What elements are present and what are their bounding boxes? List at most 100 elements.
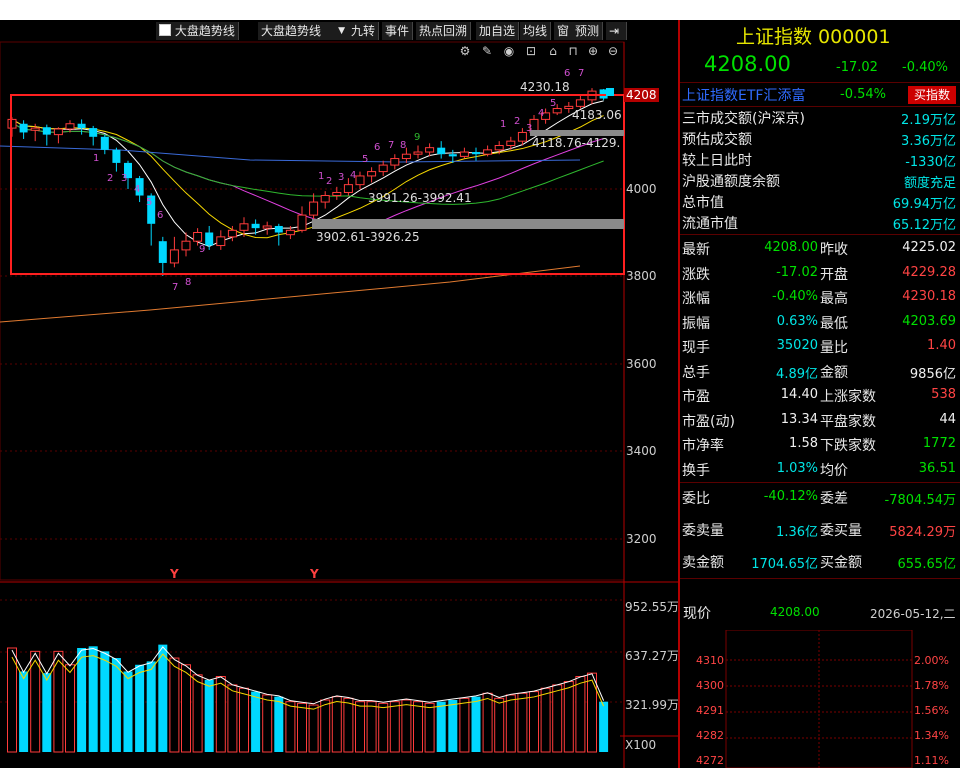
candle-body xyxy=(169,249,179,264)
y-tick-3800: 3800 xyxy=(626,269,657,283)
order-value: -40.12% xyxy=(763,489,818,504)
volume-bar xyxy=(355,701,365,753)
quote-label: 昨收 xyxy=(820,242,848,258)
volume-bar xyxy=(436,701,446,752)
candle-body xyxy=(19,123,28,133)
order-row: 卖金额 1704.65亿 买金额 655.65亿 xyxy=(682,552,958,574)
market-stat-row: 较上日此时 -1330亿 xyxy=(682,150,958,172)
mini-y-tick: 4300 xyxy=(696,679,724,692)
mini-y-tick: 4310 xyxy=(696,654,724,667)
current-price-tick: 4208 xyxy=(624,88,659,102)
candle-body xyxy=(401,153,411,160)
candle-body xyxy=(239,223,249,231)
candle-body xyxy=(425,147,435,153)
candle-body xyxy=(89,128,98,137)
volume-bar xyxy=(308,704,319,753)
etf-link[interactable]: 上证指数ETF汇添富 xyxy=(682,85,805,105)
quote-row: 涨跌 -17.02 开盘 4229.28 xyxy=(682,264,958,286)
volume-bar xyxy=(19,671,29,752)
volume-bar xyxy=(135,664,145,752)
stat-label: 三市成交额(沪深京) xyxy=(682,111,805,127)
quote-value: 35020 xyxy=(776,338,818,353)
stat-label: 预估成交额 xyxy=(682,132,752,148)
volume-bar xyxy=(123,671,133,752)
volume-bar xyxy=(517,692,528,753)
quote-row: 振幅 0.63% 最低 4203.69 xyxy=(682,313,958,335)
mini-y-tick: 4282 xyxy=(696,729,724,742)
quote-row: 市净率 1.58 下跌家数 1772 xyxy=(682,435,958,457)
volume-bar xyxy=(540,687,551,753)
volume-bar xyxy=(262,694,273,753)
candle-body xyxy=(227,229,237,238)
candle-body xyxy=(355,175,365,186)
volume-bar xyxy=(100,651,110,752)
stat-value: 3.36万亿 xyxy=(901,134,956,149)
volume-bar xyxy=(494,697,505,753)
volume-bar xyxy=(575,676,586,753)
stat-label: 总市值 xyxy=(682,195,724,211)
volume-bar xyxy=(320,699,331,753)
candle-body xyxy=(262,225,272,229)
quote-row: 最新 4208.00 昨收 4225.02 xyxy=(682,239,958,261)
count-label-recent: 1 xyxy=(500,119,506,130)
candle-body xyxy=(506,140,516,146)
candle-body xyxy=(320,195,330,203)
order-row: 委比 -40.12% 委差 -7804.54万 xyxy=(682,488,958,510)
candle-body xyxy=(216,236,226,247)
count-label-up: 3 xyxy=(338,172,344,183)
count-label-recent: 7 xyxy=(578,68,584,79)
high-price-label: 4230.18 xyxy=(520,80,570,94)
candle-body xyxy=(437,147,446,155)
volume-bar xyxy=(599,701,609,752)
order-value: -7804.54万 xyxy=(884,493,956,508)
divider xyxy=(680,482,960,483)
stat-value: -1330亿 xyxy=(905,155,956,170)
volume-bar xyxy=(285,701,296,753)
volume-bar xyxy=(274,696,284,752)
y-tick-4000: 4000 xyxy=(626,182,657,196)
volume-unit: X100 xyxy=(625,738,657,752)
count-label-up: 9 xyxy=(414,132,420,143)
annotation-range-1: 4183.06 xyxy=(572,108,622,122)
market-stat-row: 沪股通额度余额 额度充足 xyxy=(682,171,958,193)
candle-body xyxy=(575,99,585,107)
count-label-recent: 4 xyxy=(538,108,544,119)
quote-value: 4225.02 xyxy=(902,240,956,255)
latest-marker xyxy=(606,88,614,96)
annotation-range-3: 3991.26-3992.41 xyxy=(368,191,472,205)
candle-body xyxy=(181,240,191,251)
candle-body xyxy=(309,201,319,216)
order-value: 1.36亿 xyxy=(776,525,818,540)
mini-pct-tick: 1.34% xyxy=(914,729,949,742)
count-label-down: 7 xyxy=(172,282,178,293)
quote-value: 1.03% xyxy=(776,460,818,476)
volume-bar xyxy=(424,702,435,753)
volume-bar xyxy=(389,701,400,753)
volume-bar xyxy=(239,687,249,753)
order-label: 委比 xyxy=(682,491,710,507)
quote-row: 市盈(动) 13.34 平盘家数 44 xyxy=(682,411,958,433)
candle-body xyxy=(112,149,121,163)
divider xyxy=(680,106,960,107)
volume-bar xyxy=(482,692,493,753)
candle-body xyxy=(459,151,469,157)
quote-value: 13.34 xyxy=(780,411,818,427)
intraday-mini-chart[interactable] xyxy=(680,630,960,768)
ma30-line xyxy=(11,122,604,205)
quote-label: 最高 xyxy=(820,291,848,307)
candle-body xyxy=(483,149,493,155)
order-label: 委卖量 xyxy=(682,523,724,539)
quote-value: 1.58 xyxy=(789,436,818,451)
volume-bar xyxy=(563,681,574,753)
volume-bar xyxy=(42,673,52,752)
support-band xyxy=(312,219,624,229)
quote-row: 市盈 14.40 上涨家数 538 xyxy=(682,386,958,408)
candle-body xyxy=(285,229,295,236)
count-label-down: 5 xyxy=(146,197,152,208)
quote-value: 9856亿 xyxy=(909,366,956,382)
volume-bar xyxy=(215,676,226,753)
candle-body xyxy=(390,158,400,166)
buy-index-button[interactable]: 买指数 xyxy=(908,86,956,104)
volume-bar xyxy=(297,702,307,753)
quote-label: 上涨家数 xyxy=(820,389,876,405)
